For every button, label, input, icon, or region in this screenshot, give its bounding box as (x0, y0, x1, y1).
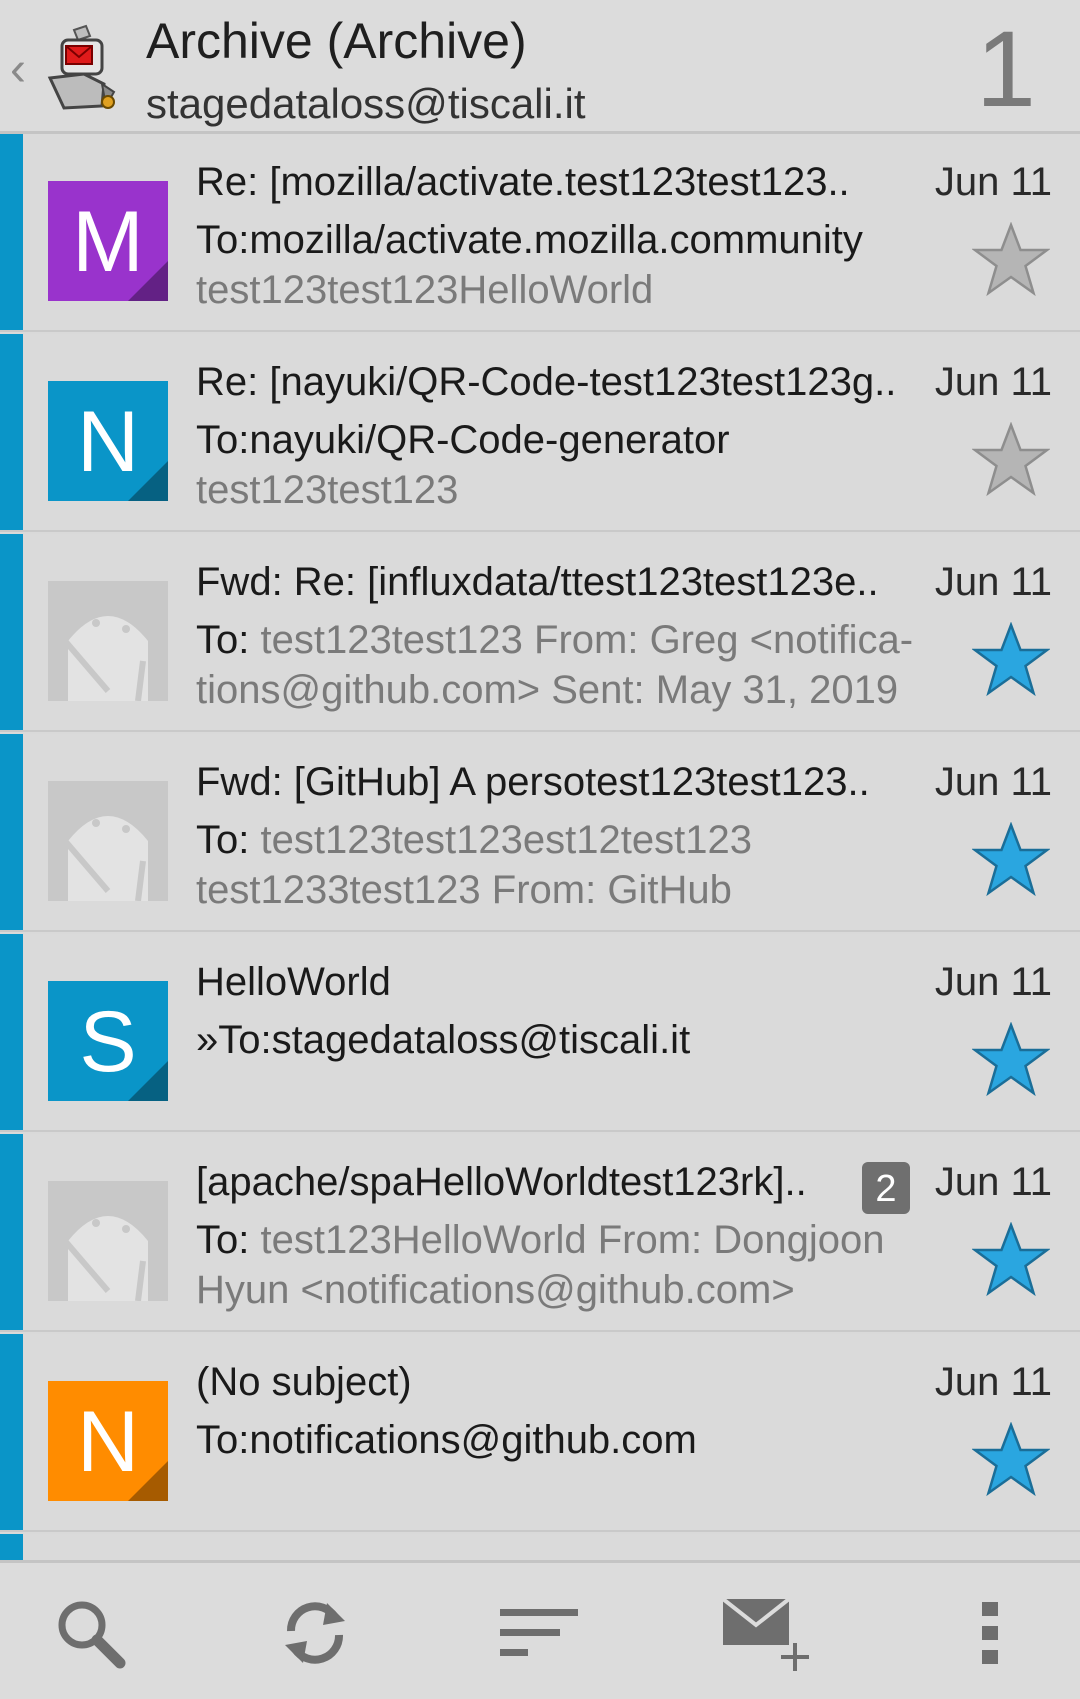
thread-count-badge: 2 (862, 1162, 910, 1214)
message-row[interactable]: M Re: [mozilla/activate.test123test123..… (0, 134, 1080, 332)
avatar[interactable]: N (48, 1381, 168, 1501)
message-row[interactable]: N (No subject) Jun 11 To:notifications@g… (0, 1334, 1080, 1532)
message-subject: Fwd: [GitHub] A persotest123test123.. (196, 760, 870, 804)
avatar[interactable] (48, 581, 168, 701)
message-subject: HelloWorld (196, 960, 391, 1004)
avatar[interactable] (48, 781, 168, 901)
avatar[interactable]: S (48, 981, 168, 1101)
search-button[interactable] (40, 1593, 140, 1673)
message-list: M Re: [mozilla/activate.test123test123..… (0, 134, 1080, 1560)
message-row[interactable]: [apache/spaHelloWorldtest123rk].. 2 Jun … (0, 1134, 1080, 1332)
message-preview: test1233test123 From: GitHub (196, 868, 732, 912)
message-preview: tions@github.com> Sent: May 31, 2019 (196, 668, 899, 712)
avatar[interactable]: M (48, 181, 168, 301)
star-icon[interactable] (972, 822, 1050, 898)
bottom-toolbar (0, 1560, 1080, 1699)
android-placeholder-icon (48, 1181, 168, 1301)
message-row[interactable]: N Re: [nayuki/QR-Code-test123test123g.. … (0, 334, 1080, 532)
star-icon[interactable] (972, 622, 1050, 698)
overflow-menu-icon (982, 1602, 998, 1664)
message-recipient: »To:stagedataloss@tiscali.it (196, 1018, 691, 1062)
message-date: Jun 11 (934, 560, 1052, 604)
message-subject: (No subject) (196, 1360, 412, 1404)
star-icon[interactable] (972, 422, 1050, 498)
compose-button[interactable] (710, 1593, 820, 1673)
message-date: Jun 11 (934, 760, 1052, 804)
unread-indicator (0, 934, 23, 1130)
message-row-partial[interactable] (0, 1534, 1080, 1560)
sort-icon (500, 1609, 578, 1656)
message-recipient: To: test123test123est12test123 (196, 818, 752, 862)
avatar[interactable]: N (48, 381, 168, 501)
message-recipient: To:notifications@github.com (196, 1418, 697, 1462)
refresh-icon (285, 1602, 345, 1664)
unread-count: 1 (975, 8, 1036, 129)
unread-indicator (0, 1134, 23, 1330)
message-row[interactable]: Fwd: Re: [influxdata/ttest123test123e.. … (0, 534, 1080, 732)
message-recipient: To: test123HelloWorld From: Dongjoon (196, 1218, 885, 1262)
message-date: Jun 11 (934, 160, 1052, 204)
unread-indicator (0, 134, 23, 330)
star-icon[interactable] (972, 1222, 1050, 1298)
unread-indicator (0, 1334, 23, 1530)
overflow-menu-button[interactable] (940, 1593, 1040, 1673)
avatar[interactable] (48, 1181, 168, 1301)
message-subject: Re: [mozilla/activate.test123test123.. (196, 160, 850, 204)
message-recipient: To:mozilla/activate.mozilla.community (196, 218, 863, 262)
message-row[interactable]: Fwd: [GitHub] A persotest123test123.. Ju… (0, 734, 1080, 932)
unread-indicator (0, 534, 23, 730)
unread-indicator (0, 1534, 23, 1560)
message-date: Jun 11 (934, 1360, 1052, 1404)
message-row[interactable]: S HelloWorld Jun 11 »To:stagedataloss@ti… (0, 934, 1080, 1132)
message-recipient: To: test123test123 From: Greg <notifica- (196, 618, 914, 662)
search-icon (58, 1601, 126, 1669)
message-subject: Re: [nayuki/QR-Code-test123test123g.. (196, 360, 896, 404)
android-placeholder-icon (48, 581, 168, 701)
refresh-button[interactable] (265, 1593, 365, 1673)
sort-button[interactable] (490, 1593, 590, 1673)
message-subject: Fwd: Re: [influxdata/ttest123test123e.. (196, 560, 879, 604)
message-date: Jun 11 (934, 360, 1052, 404)
star-icon[interactable] (972, 1022, 1050, 1098)
message-preview: test123test123HelloWorld (196, 268, 654, 312)
account-email: stagedataloss@tiscali.it (146, 80, 586, 127)
message-preview: test123test123 (196, 468, 459, 512)
compose-icon (721, 1597, 809, 1671)
message-preview: Hyun <notifications@github.com> (196, 1268, 795, 1312)
message-recipient: To:nayuki/QR-Code-generator (196, 418, 730, 462)
star-icon[interactable] (972, 1422, 1050, 1498)
message-date: Jun 11 (934, 1160, 1052, 1204)
unread-indicator (0, 334, 23, 530)
message-subject: [apache/spaHelloWorldtest123rk].. (196, 1160, 807, 1204)
message-date: Jun 11 (934, 960, 1052, 1004)
star-icon[interactable] (972, 222, 1050, 298)
unread-indicator (0, 734, 23, 930)
android-placeholder-icon (48, 781, 168, 901)
app-logo[interactable] (44, 22, 124, 112)
folder-title: Archive (Archive) (146, 13, 527, 69)
header: ‹ Archive (Archive) stagedataloss@tiscal… (0, 0, 1080, 134)
back-chevron-icon[interactable]: ‹ (10, 40, 40, 100)
